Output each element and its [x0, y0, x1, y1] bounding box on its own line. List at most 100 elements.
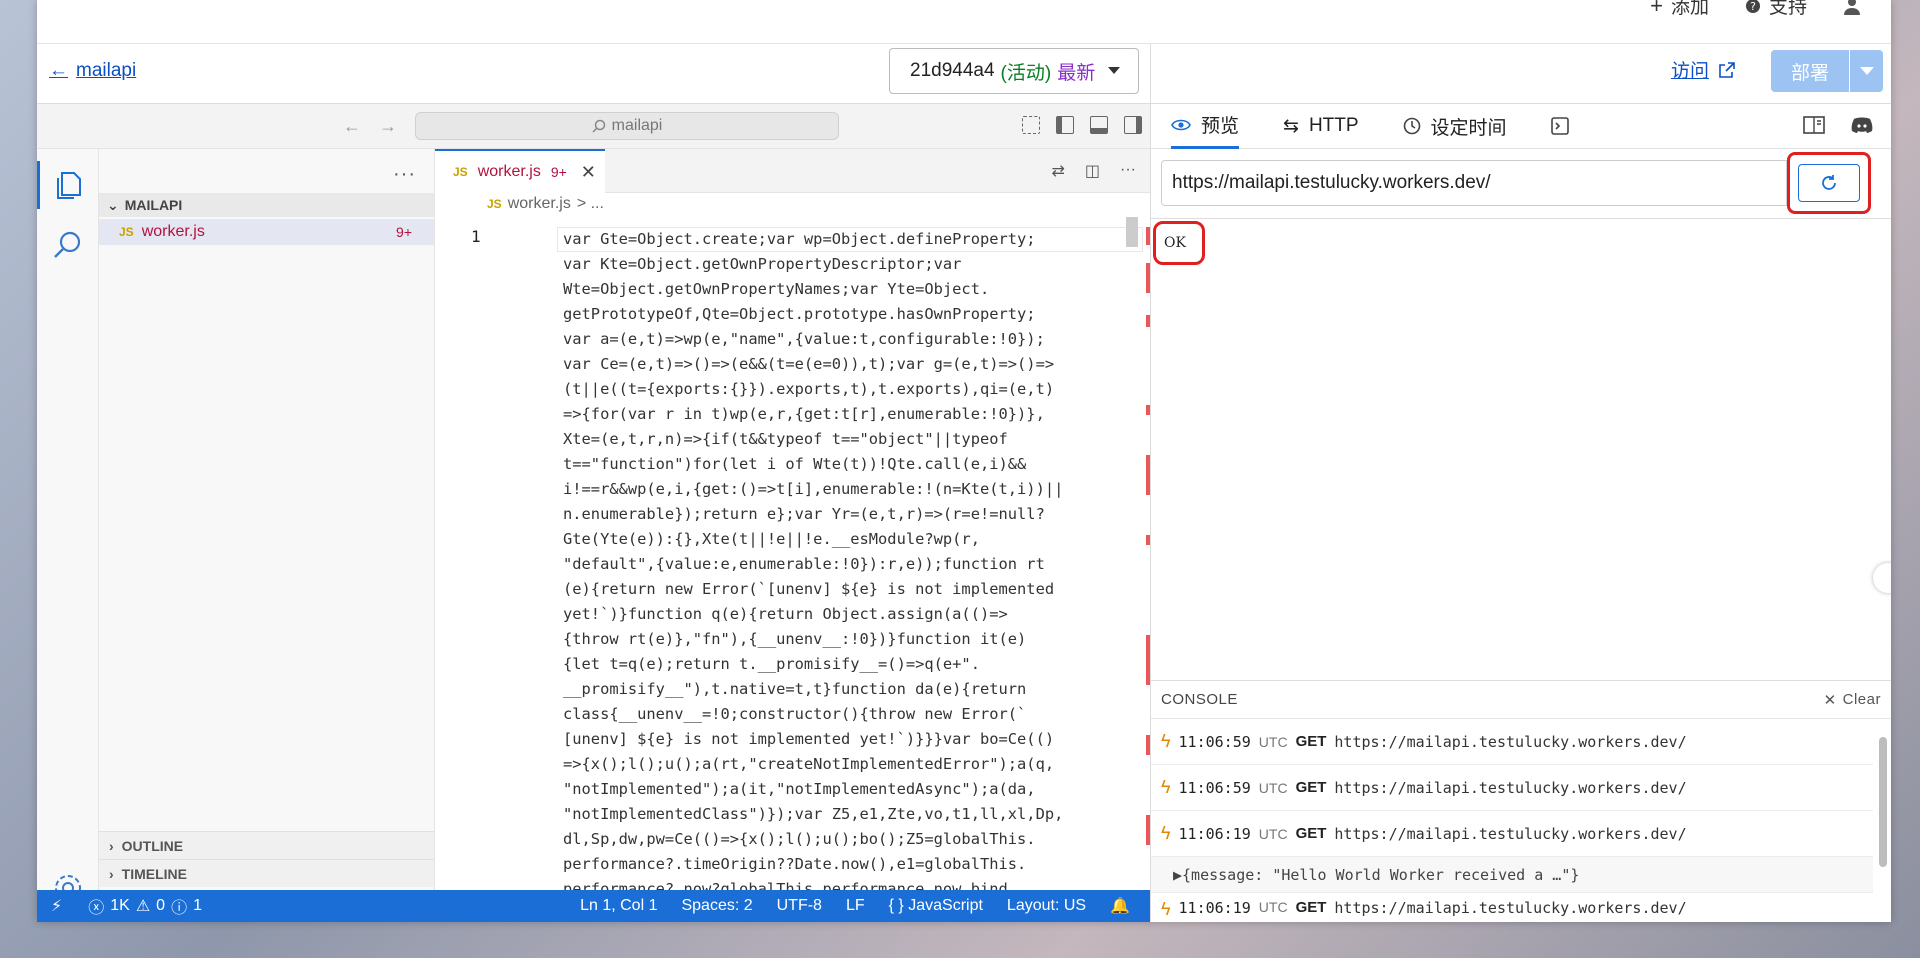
- code-text-area[interactable]: 1 var Gte=Object.create;var wp=Object.de…: [435, 215, 1150, 890]
- code-line: performance?.now?globalThis.performance.…: [563, 880, 1008, 890]
- breadcrumb-file[interactable]: worker.js: [508, 195, 571, 213]
- tab-terminal[interactable]: [1550, 104, 1569, 149]
- warning-count: 0: [156, 897, 166, 914]
- code-line: var a=(e,t)=>wp(e,"name",{value:t,config…: [563, 330, 1045, 348]
- discord-icon[interactable]: [1851, 116, 1873, 134]
- toggle-panel-icon[interactable]: [1090, 116, 1108, 134]
- problems-status[interactable]: ⓧ 1K ⚠ 0 ⓘ 1: [88, 894, 202, 918]
- visit-link[interactable]: 访问: [1671, 56, 1735, 83]
- remote-icon[interactable]: ⚡: [51, 896, 62, 916]
- book-icon[interactable]: [1803, 116, 1825, 134]
- console-log-row[interactable]: ϟ 11:06:19 UTC GET https://mailapi.testu…: [1151, 893, 1873, 922]
- command-search[interactable]: mailapi: [415, 112, 839, 140]
- cursor-position[interactable]: Ln 1, Col 1: [580, 897, 657, 915]
- outline-section[interactable]: › OUTLINE: [99, 831, 434, 859]
- log-time: 11:06:19: [1178, 824, 1251, 843]
- deploy-button[interactable]: 部署: [1771, 50, 1883, 92]
- forward-arrow-icon[interactable]: →: [379, 116, 397, 137]
- terminal-icon: [1550, 117, 1569, 135]
- more-actions-icon[interactable]: ···: [1120, 161, 1136, 181]
- timeline-section[interactable]: › TIMELINE: [99, 859, 434, 887]
- floating-helper-icon[interactable]: [1873, 563, 1891, 593]
- editor-tabs: JS worker.js 9+ ✕ ⇄ ◫ ···: [435, 149, 1150, 193]
- indentation[interactable]: Spaces: 2: [681, 897, 752, 915]
- log-url: https://mailapi.testulucky.workers.dev/: [1334, 824, 1687, 843]
- warning-icon: ⚠: [135, 898, 151, 915]
- breadcrumb-more[interactable]: > ...: [577, 195, 604, 213]
- end-of-line[interactable]: LF: [846, 897, 865, 915]
- log-url: https://mailapi.testulucky.workers.dev/: [1334, 778, 1687, 797]
- code-line: Xte=(e,t,r,n)=>{if(t&&typeof t=="object"…: [563, 430, 1008, 448]
- console-panel: CONSOLE ✕ Clear ϟ 11:06:59 UTC GET https…: [1151, 680, 1891, 922]
- console-log-row[interactable]: ϟ 11:06:59 UTC GET https://mailapi.testu…: [1151, 765, 1873, 811]
- explorer-more-button[interactable]: ···: [393, 163, 416, 186]
- code-line: yet!`)}function q(e){return Object.assig…: [563, 605, 1008, 623]
- code-line: var Ce=(e,t)=>()=>(e&&(t=e(e=0)),t);var …: [563, 355, 1055, 373]
- deploy-header: 访问 部署: [1150, 44, 1891, 104]
- breadcrumb: JS worker.js > ...: [435, 193, 604, 215]
- clear-console-button[interactable]: ✕ Clear: [1824, 691, 1881, 709]
- back-arrow-icon[interactable]: ←: [343, 116, 361, 137]
- code-line: performance?.timeOrigin??Date.now(),e1=g…: [563, 855, 1027, 873]
- back-link[interactable]: ← mailapi: [49, 60, 136, 82]
- split-editor-icon[interactable]: ◫: [1085, 161, 1100, 181]
- file-name: worker.js: [141, 223, 205, 240]
- command-center-bar: ← → mailapi: [37, 104, 1150, 149]
- add-button[interactable]: + 添加: [1650, 0, 1709, 19]
- encoding[interactable]: UTF-8: [777, 897, 822, 915]
- customize-layout-icon[interactable]: [1022, 116, 1040, 134]
- toggle-primary-sidebar-icon[interactable]: [1056, 116, 1074, 134]
- tab-worker-js[interactable]: JS worker.js 9+ ✕: [435, 149, 605, 193]
- add-label: 添加: [1670, 0, 1709, 18]
- bell-icon[interactable]: 🔔: [1110, 896, 1130, 916]
- version-latest-label: 最新: [1057, 62, 1096, 84]
- external-link-icon: [1719, 61, 1735, 78]
- keyboard-layout[interactable]: Layout: US: [1007, 897, 1086, 915]
- compare-changes-icon[interactable]: ⇄: [1051, 161, 1064, 181]
- code-editor: ← → mailapi ··· ⌄ MAILAPI JS worker.js 9…: [37, 104, 1150, 922]
- console-scrollbar[interactable]: [1877, 719, 1889, 922]
- log-method: GET: [1295, 733, 1327, 750]
- code-line: (e){return new Error(`[unenv] ${e} is no…: [563, 580, 1055, 598]
- explorer-file-item[interactable]: JS worker.js 9+: [99, 219, 434, 245]
- deploy-dropdown-toggle[interactable]: [1850, 67, 1883, 75]
- line-number: 1: [471, 227, 481, 246]
- tab-label: worker.js: [477, 163, 541, 180]
- log-time: 11:06:59: [1178, 778, 1251, 797]
- timeline-label: TIMELINE: [121, 865, 188, 882]
- preview-url-input[interactable]: https://mailapi.testulucky.workers.dev/: [1161, 160, 1787, 206]
- chevron-down-icon: ⌄: [107, 196, 119, 213]
- code-line: dl,Sp,dw,pw=Ce(()=>{x();l();u();bo();Z5=…: [563, 830, 1036, 848]
- close-icon[interactable]: ✕: [581, 162, 596, 183]
- explorer-folder-header[interactable]: ⌄ MAILAPI: [99, 193, 434, 217]
- language-mode[interactable]: { } JavaScript: [889, 897, 983, 915]
- tab-preview[interactable]: 预览: [1171, 104, 1240, 149]
- code-scrollbar[interactable]: [1126, 217, 1138, 247]
- code-line: var Gte=Object.create;var wp=Object.defi…: [563, 230, 1036, 248]
- version-dropdown[interactable]: 21d944a4 (活动) 最新: [889, 48, 1139, 94]
- console-log-row[interactable]: ϟ 11:06:19 UTC GET https://mailapi.testu…: [1151, 811, 1873, 857]
- toggle-secondary-sidebar-icon[interactable]: [1124, 116, 1142, 134]
- tab-http[interactable]: ⇆ HTTP: [1283, 104, 1359, 149]
- tab-schedule[interactable]: 设定时间: [1403, 104, 1507, 149]
- log-timezone: UTC: [1258, 899, 1288, 915]
- search-icon: [54, 231, 81, 258]
- search-activity[interactable]: [51, 229, 85, 263]
- code-line: var Kte=Object.getOwnPropertyDescriptor;…: [563, 255, 962, 273]
- console-object-entry[interactable]: ▶{message: "Hello World Worker received …: [1151, 857, 1873, 893]
- support-button[interactable]: ? 支持: [1745, 0, 1807, 19]
- info-icon: ⓘ: [171, 900, 188, 917]
- caret-down-icon: [1108, 67, 1120, 74]
- console-title: CONSOLE: [1161, 691, 1238, 708]
- log-timezone: UTC: [1258, 733, 1288, 750]
- console-log-row[interactable]: ϟ 11:06:59 UTC GET https://mailapi.testu…: [1151, 719, 1873, 765]
- refresh-highlight: [1787, 152, 1871, 214]
- refresh-button[interactable]: [1798, 164, 1860, 202]
- code-content: var Gte=Object.create;var wp=Object.defi…: [563, 227, 1063, 890]
- user-avatar-button[interactable]: [1843, 0, 1861, 15]
- explorer-activity[interactable]: [37, 161, 99, 209]
- app-window: + 添加 ? 支持 ← mailapi 21d944a4 (活动) 最新 访问 …: [37, 0, 1891, 922]
- lightning-icon: ϟ: [1161, 731, 1171, 751]
- code-line: Gte(Yte(e)):{},Xte(t||!e||!e.__esModule?…: [563, 530, 980, 548]
- response-highlight: OK: [1153, 221, 1205, 265]
